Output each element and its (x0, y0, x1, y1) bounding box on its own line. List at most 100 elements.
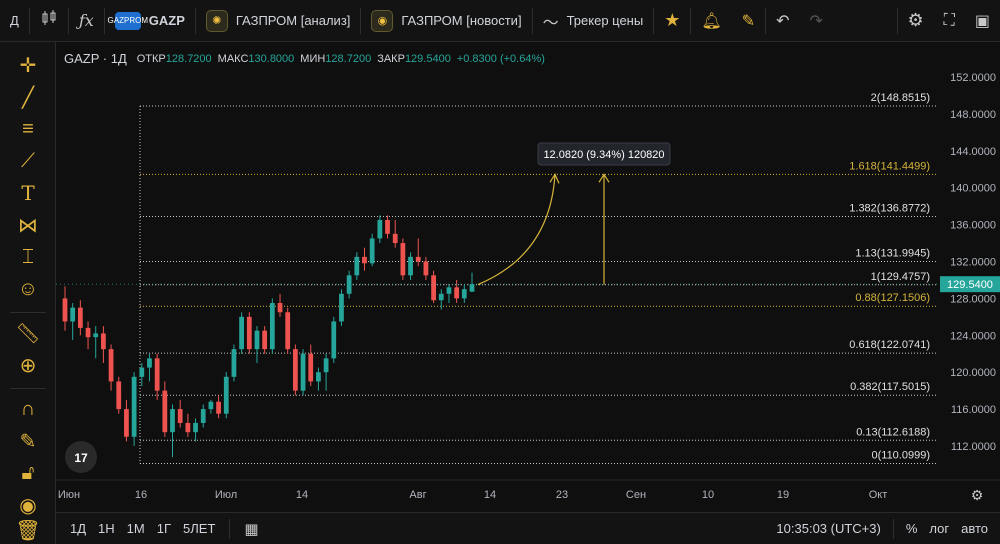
percent-scale-button[interactable]: % (900, 521, 924, 536)
drawing-button[interactable]: ✎ (732, 0, 765, 42)
candle-body[interactable] (362, 256, 367, 264)
alert-button[interactable]: 🔔︎ (691, 0, 731, 42)
range-5y-button[interactable]: 5ЛЕТ (177, 521, 221, 536)
candle-body[interactable] (77, 307, 83, 328)
candle-body[interactable] (200, 409, 206, 423)
symbol-button[interactable]: GAZPROM GAZP (105, 0, 195, 42)
candle-body[interactable] (323, 358, 329, 373)
candle-body[interactable] (308, 353, 314, 382)
favorite-button[interactable]: ★ (654, 0, 690, 42)
candle-body[interactable] (285, 312, 291, 350)
candle-body[interactable] (354, 256, 360, 276)
analysis-tab[interactable]: ✺ ГАЗПРОМ [анализ] (196, 0, 361, 42)
candle-body[interactable] (316, 372, 321, 382)
chart-type-button[interactable] (30, 0, 68, 42)
settings-button[interactable]: ⚙ (898, 0, 934, 42)
emoji-tool[interactable]: ☺ (12, 274, 44, 304)
candle-body[interactable] (170, 409, 175, 433)
candle-body[interactable] (223, 376, 229, 414)
crosshair-tool[interactable]: ✛ (12, 50, 44, 80)
measure-tool[interactable]: ⌶ (12, 242, 44, 272)
axis-settings-icon[interactable]: ⚙ (971, 488, 984, 504)
auto-scale-button[interactable]: авто (955, 521, 994, 536)
pattern-tool[interactable]: ⋈ (12, 210, 44, 240)
candle-body[interactable] (116, 381, 122, 410)
candle-body[interactable] (162, 390, 168, 433)
log-scale-button[interactable]: лог (923, 521, 955, 536)
candle-body[interactable] (85, 327, 91, 338)
price-tracker-button[interactable]: 〜 Трекер цены (533, 0, 654, 42)
undo-button[interactable]: ↶ (766, 0, 799, 42)
candle-body[interactable] (254, 330, 260, 350)
candle-body[interactable] (246, 316, 252, 350)
candle-body[interactable] (124, 409, 129, 437)
candle-body[interactable] (131, 376, 137, 437)
candle-body[interactable] (438, 293, 444, 301)
delete-tool[interactable]: 🗑︎ (12, 518, 44, 542)
magnet-tool[interactable]: ∩ (12, 394, 44, 424)
candle-body[interactable] (446, 287, 452, 294)
candle-body[interactable] (208, 401, 214, 410)
fullscreen-button[interactable]: ⛶ (934, 0, 965, 42)
candle-body[interactable] (385, 219, 390, 234)
candle-body[interactable] (400, 243, 406, 276)
screenshot-button[interactable]: ▣ (965, 0, 1000, 42)
fib-tool[interactable]: ≡ (12, 114, 44, 144)
candle-body[interactable] (239, 316, 245, 350)
crosshair-icon: ✛ (19, 54, 37, 77)
main-menu-button[interactable]: Д (0, 0, 29, 42)
range-1w-button[interactable]: 1Н (92, 521, 121, 536)
candle-body[interactable] (346, 275, 352, 294)
range-1m-button[interactable]: 1М (121, 521, 151, 536)
path-tool[interactable]: ⟋ (12, 146, 44, 176)
candle-body[interactable] (392, 233, 398, 244)
candle-body[interactable] (277, 303, 283, 313)
candle-body[interactable] (231, 349, 237, 377)
zoom-tool[interactable]: ⊕ (12, 350, 44, 380)
candle-body[interactable] (108, 349, 114, 382)
candle-body[interactable] (147, 358, 152, 368)
candle-body[interactable] (269, 303, 275, 350)
chart-title[interactable]: GAZP · 1Д (64, 51, 127, 66)
candle-body[interactable] (62, 298, 68, 322)
text-tool[interactable]: T (12, 178, 44, 208)
indicators-button[interactable]: ƒx (69, 0, 104, 42)
candle-body[interactable] (454, 287, 460, 299)
candle-body[interactable] (300, 353, 306, 391)
candle-body[interactable] (101, 333, 106, 350)
timezone-button[interactable]: 10:35:03 (UTC+3) (770, 521, 886, 536)
candle-body[interactable] (415, 256, 421, 262)
candle-body[interactable] (461, 289, 467, 299)
candle-body[interactable] (292, 349, 298, 391)
candle-body[interactable] (185, 422, 191, 433)
candle-body[interactable] (423, 261, 429, 276)
candle-body[interactable] (377, 219, 383, 239)
candle-body[interactable] (431, 275, 436, 301)
trendline-tool[interactable]: ╱ (12, 82, 44, 112)
candle-body[interactable] (70, 307, 76, 322)
lock-tool[interactable]: 🔓︎ (12, 458, 44, 488)
candle-body[interactable] (408, 256, 413, 276)
range-1y-button[interactable]: 1Г (151, 521, 177, 536)
candle-body[interactable] (331, 321, 337, 359)
visibility-tool[interactable]: ◉ (12, 490, 44, 520)
candle-body[interactable] (93, 333, 99, 338)
candle-body[interactable] (262, 330, 268, 350)
news-tab[interactable]: ◉ ГАЗПРОМ [новости] (361, 0, 531, 42)
projection-curve[interactable] (477, 174, 556, 286)
candle-body[interactable] (139, 367, 145, 377)
ruler-tool[interactable]: 📏︎ (12, 318, 44, 348)
candle-body[interactable] (177, 409, 183, 423)
candle-body[interactable] (339, 293, 344, 322)
lock-drawing-tool[interactable]: ✎ (12, 426, 44, 456)
candle-body[interactable] (369, 238, 375, 264)
candle-body[interactable] (469, 284, 475, 292)
price-chart[interactable]: 152.0000 148.0000 144.0000 140.0000 136.0000… (56, 42, 1000, 512)
range-1d-button[interactable]: 1Д (64, 521, 92, 536)
candle-body[interactable] (216, 401, 221, 414)
candle-body[interactable] (154, 358, 160, 391)
redo-button[interactable]: ↷ (799, 0, 832, 42)
chart-area[interactable]: 152.0000 148.0000 144.0000 140.0000 136.0000… (56, 42, 1000, 512)
candle-body[interactable] (193, 422, 198, 433)
go-to-date-button[interactable]: ▦ (238, 520, 264, 538)
